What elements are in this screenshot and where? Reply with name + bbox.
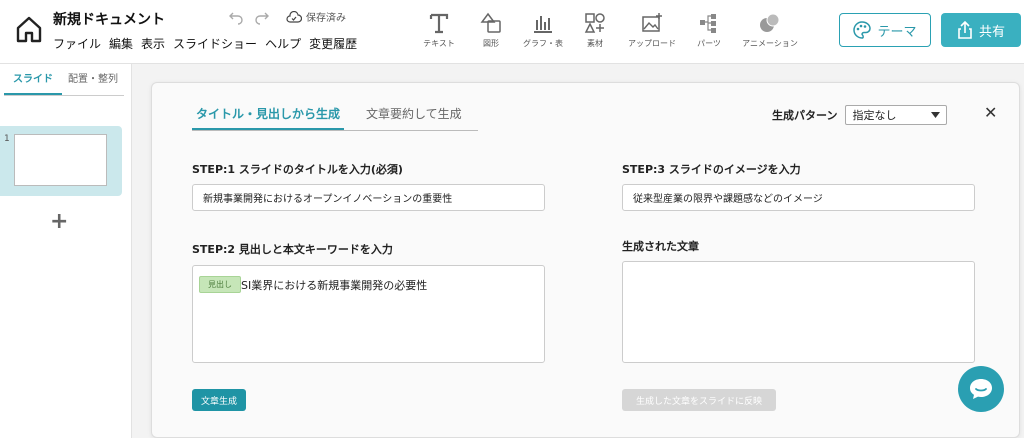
- apply-to-slide-button[interactable]: 生成した文章をスライドに反映: [622, 389, 776, 411]
- slide-panel-tabs: スライド 配置・整列: [4, 72, 124, 96]
- tool-upload[interactable]: アップロード: [623, 10, 681, 49]
- generation-pattern-label: 生成パターン: [772, 109, 838, 122]
- chat-icon: [970, 379, 992, 399]
- upload-image-icon: [642, 13, 662, 32]
- slide-item-selected[interactable]: 1: [0, 126, 122, 196]
- title-input-value: 新規事業開発におけるオープンイノベーションの重要性: [203, 194, 453, 205]
- ai-generate-dialog: タイトル・見出しから生成 文章要約して生成 生成パターン 指定なし ✕ STEP…: [151, 82, 1020, 438]
- tool-parts[interactable]: パーツ: [685, 10, 733, 49]
- chat-support-button[interactable]: [958, 366, 1004, 412]
- tool-upload-label: アップロード: [628, 39, 676, 48]
- tool-chart-label: グラフ・表: [523, 39, 563, 48]
- parts-icon: [700, 14, 716, 33]
- slide-panel: スライド 配置・整列 1 +: [0, 64, 132, 438]
- save-status: 保存済み: [286, 9, 346, 24]
- tool-shape[interactable]: 図形: [467, 10, 515, 49]
- generation-pattern-value: 指定なし: [852, 109, 897, 122]
- heading-tag[interactable]: 見出し: [199, 276, 241, 293]
- generation-pattern: 生成パターン 指定なし: [772, 105, 948, 125]
- bar-chart-icon: [534, 16, 552, 33]
- dropdown-arrow-icon: [931, 112, 941, 118]
- share-icon: [958, 21, 972, 39]
- undo-redo-group: [228, 9, 270, 25]
- menu-view[interactable]: 表示: [141, 35, 165, 52]
- share-button[interactable]: 共有: [941, 13, 1021, 47]
- slide-thumbnail[interactable]: [14, 134, 107, 186]
- tab-arrange[interactable]: 配置・整列: [62, 72, 124, 95]
- menu-history[interactable]: 変更履歴: [309, 35, 357, 52]
- generation-pattern-select[interactable]: 指定なし: [845, 105, 948, 125]
- insert-toolbar: テキスト 図形 グラフ・表 素材 アップロード パーツ アニメーション: [415, 10, 807, 49]
- tool-animation[interactable]: アニメーション: [737, 10, 803, 49]
- tool-shape-label: 図形: [483, 39, 499, 48]
- cloud-check-icon: [286, 10, 302, 23]
- tool-parts-label: パーツ: [697, 39, 721, 48]
- dialog-tabs: タイトル・見出しから生成 文章要約して生成: [192, 103, 478, 131]
- tab-slides[interactable]: スライド: [4, 72, 62, 95]
- keyword-input[interactable]: 見出し SI業界における新規事業開発の必要性: [192, 265, 545, 363]
- step2-label: STEP:2 見出しと本文キーワードを入力: [192, 243, 393, 256]
- material-icon: [584, 13, 605, 33]
- document-title[interactable]: 新規ドキュメント: [53, 9, 165, 29]
- result-label: 生成された文章: [622, 240, 699, 253]
- tab-title-generate[interactable]: タイトル・見出しから生成: [192, 103, 345, 130]
- generated-text-area[interactable]: [622, 261, 975, 363]
- add-slide-button[interactable]: +: [50, 209, 68, 234]
- tool-text[interactable]: テキスト: [415, 10, 463, 49]
- slide-number: 1: [4, 134, 10, 144]
- tool-text-label: テキスト: [423, 39, 455, 48]
- tool-material[interactable]: 素材: [571, 10, 619, 49]
- tool-animation-label: アニメーション: [742, 39, 798, 48]
- step3-label: STEP:3 スライドのイメージを入力: [622, 163, 801, 176]
- step1-label: STEP:1 スライドのタイトルを入力(必須): [192, 163, 403, 176]
- title-input[interactable]: 新規事業開発におけるオープンイノベーションの重要性: [192, 184, 545, 211]
- home-icon[interactable]: [14, 14, 44, 44]
- app-header: 新規ドキュメント 保存済み ファイル 編集 表示 スライドショー ヘルプ 変更履…: [0, 0, 1024, 64]
- menu-bar: ファイル 編集 表示 スライドショー ヘルプ 変更履歴: [53, 35, 357, 52]
- tab-summary-generate[interactable]: 文章要約して生成: [344, 103, 476, 130]
- shape-icon: [480, 12, 501, 33]
- image-input-value: 従来型産業の限界や課題感などのイメージ: [633, 194, 823, 205]
- generate-button[interactable]: 文章生成: [192, 389, 246, 411]
- text-icon: [429, 13, 449, 34]
- menu-edit[interactable]: 編集: [109, 35, 133, 52]
- heading-keyword: SI業界における新規事業開発の必要性: [241, 279, 428, 292]
- palette-icon: [853, 21, 872, 39]
- animation-icon: [760, 13, 780, 32]
- theme-button-label: テーマ: [877, 24, 917, 40]
- share-button-label: 共有: [978, 24, 1005, 40]
- save-status-label: 保存済み: [306, 13, 346, 24]
- menu-file[interactable]: ファイル: [53, 35, 101, 52]
- undo-icon[interactable]: [228, 9, 244, 25]
- menu-help[interactable]: ヘルプ: [265, 35, 301, 52]
- redo-icon[interactable]: [254, 9, 270, 25]
- image-input[interactable]: 従来型産業の限界や課題感などのイメージ: [622, 184, 975, 211]
- theme-button[interactable]: テーマ: [839, 13, 931, 47]
- menu-slideshow[interactable]: スライドショー: [173, 35, 257, 52]
- close-button[interactable]: ✕: [984, 103, 997, 122]
- tool-material-label: 素材: [587, 39, 603, 48]
- tool-chart[interactable]: グラフ・表: [519, 10, 567, 49]
